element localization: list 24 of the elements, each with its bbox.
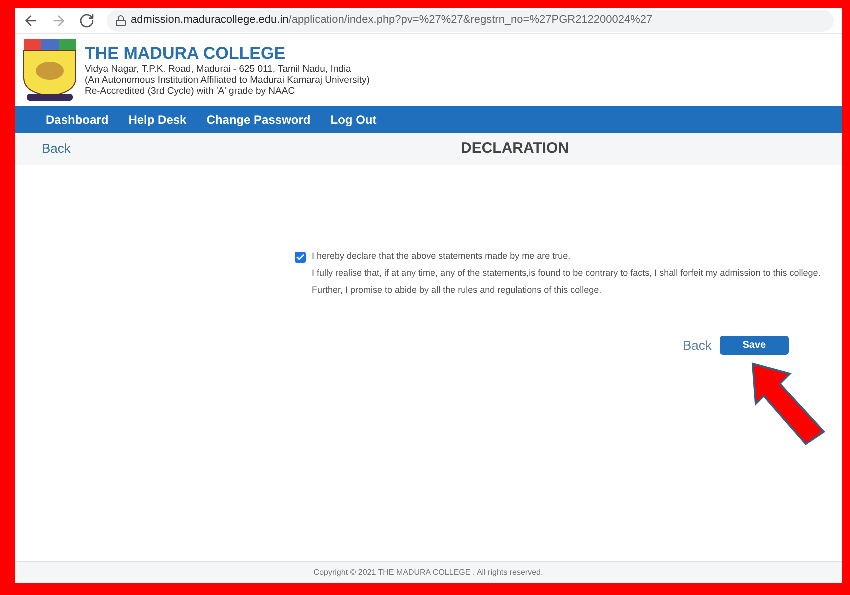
check-icon (296, 253, 305, 262)
college-title: THE MADURA COLLEGE (85, 44, 287, 64)
page-title: DECLARATION (461, 138, 570, 159)
save-button[interactable]: Save (720, 336, 789, 356)
header-info-text: Re-Accredited (3rd Cycle) with 'A' grade by NAAC (85, 86, 296, 96)
nav-link[interactable]: Dashboard (46, 110, 109, 128)
reload-icon[interactable] (79, 12, 95, 28)
college-emblem-icon (23, 38, 77, 102)
back-link[interactable]: Back (683, 336, 712, 356)
copyright-text: Copyright © 2021 THE MADURA COLLEGE . All rights reserved. (314, 566, 544, 578)
declaration-text: I hereby declare that the above statements made by me are true. (312, 250, 572, 262)
url-text: admission.maduracollege.edu.in/application/index.php?pv=%27%27&regstrn_no=%27PGR212200024%27 (131, 13, 653, 28)
back-link[interactable]: Back (42, 139, 71, 159)
declaration-text: I fully realise that, if at any time, any of the statements,is found to be contrary to facts, I shall forfeit my admission to this college. (312, 267, 821, 279)
address-bar[interactable]: admission.maduracollege.edu.in/application/index.php?pv=%27%27&regstrn_no=%27PGR212200024%27 (107, 10, 834, 32)
header-info-text: (An Autonomous Institution Affiliated to Madurai Kamaraj University) (85, 74, 370, 86)
nav-link[interactable]: Change Password (206, 110, 311, 128)
nav-link[interactable]: Log Out (330, 110, 377, 128)
declaration-text: Further, I promise to abide by all the rules and regulations of this college. (312, 284, 603, 296)
header-info-text: Vidya Nagar, T.P.K. Road, Madurai - 625 011, Tamil Nadu, India (85, 64, 352, 74)
nav-link[interactable]: Help Desk (128, 110, 187, 128)
declaration-checkbox[interactable] (295, 252, 306, 263)
lock-icon (115, 14, 127, 26)
back-icon[interactable] (23, 12, 39, 28)
